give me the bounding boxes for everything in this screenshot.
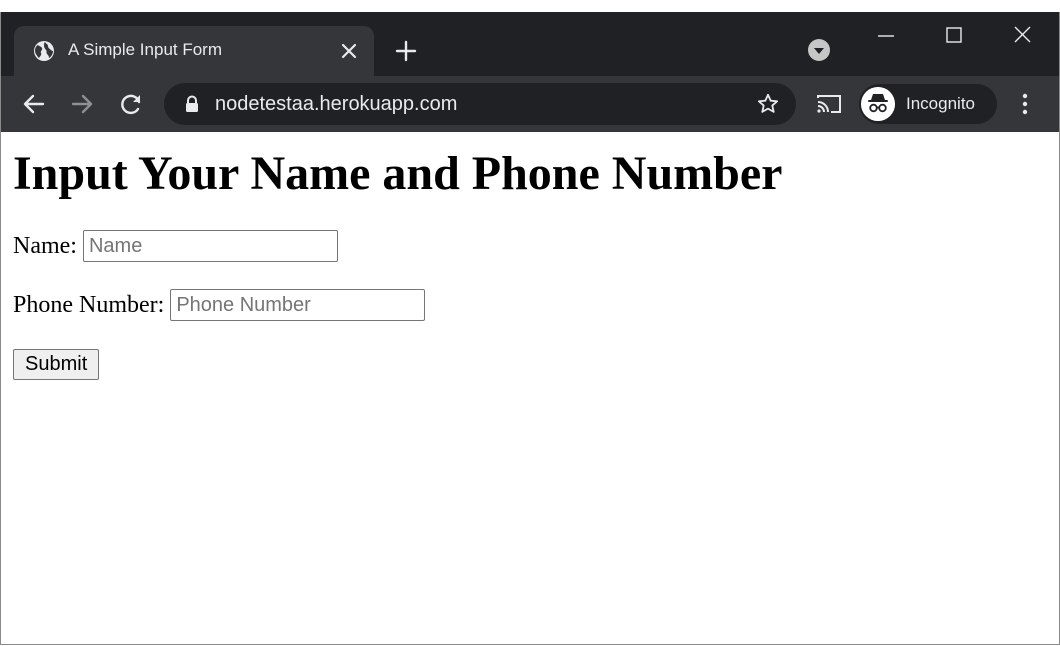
page-title: Input Your Name and Phone Number bbox=[13, 147, 783, 200]
incognito-icon bbox=[861, 87, 895, 121]
lock-icon[interactable] bbox=[182, 94, 202, 114]
tab-title: A Simple Input Form bbox=[68, 40, 223, 59]
forward-arrow-icon[interactable] bbox=[68, 90, 96, 118]
maximize-icon[interactable] bbox=[931, 22, 977, 50]
browser-toolbar: nodetestaa.herokuapp.com Incognito bbox=[1, 76, 1059, 132]
reload-icon[interactable] bbox=[117, 90, 145, 118]
address-bar[interactable]: nodetestaa.herokuapp.com bbox=[164, 83, 796, 125]
tab-strip: A Simple Input Form bbox=[1, 12, 1059, 76]
submit-button[interactable]: Submit bbox=[13, 349, 100, 380]
more-options-icon[interactable] bbox=[1011, 90, 1039, 118]
window-close-icon[interactable] bbox=[999, 22, 1045, 50]
name-input[interactable] bbox=[82, 230, 338, 262]
name-row: Name: bbox=[13, 230, 338, 262]
tab-search-dropdown-icon[interactable] bbox=[807, 38, 831, 62]
globe-icon bbox=[34, 41, 54, 61]
phone-row: Phone Number: bbox=[13, 289, 426, 321]
tab-active[interactable]: A Simple Input Form bbox=[14, 26, 374, 76]
minimize-icon[interactable] bbox=[863, 22, 909, 50]
phone-number-input[interactable] bbox=[170, 289, 426, 321]
close-icon[interactable] bbox=[337, 39, 361, 63]
new-tab-plus-icon[interactable] bbox=[393, 38, 419, 64]
phone-number-label: Phone Number: bbox=[13, 291, 165, 318]
cast-icon[interactable] bbox=[815, 90, 843, 118]
name-label: Name: bbox=[13, 232, 77, 259]
back-arrow-icon[interactable] bbox=[20, 90, 48, 118]
incognito-profile-button[interactable]: Incognito bbox=[859, 84, 997, 124]
address-url[interactable]: nodetestaa.herokuapp.com bbox=[215, 93, 457, 116]
bookmark-star-icon[interactable] bbox=[756, 92, 780, 116]
browser-window: A Simple Input Form nodetestaa.herokuapp… bbox=[0, 12, 1060, 645]
incognito-label: Incognito bbox=[906, 94, 975, 113]
page-content: Input Your Name and Phone Number Name: P… bbox=[1, 132, 1059, 644]
